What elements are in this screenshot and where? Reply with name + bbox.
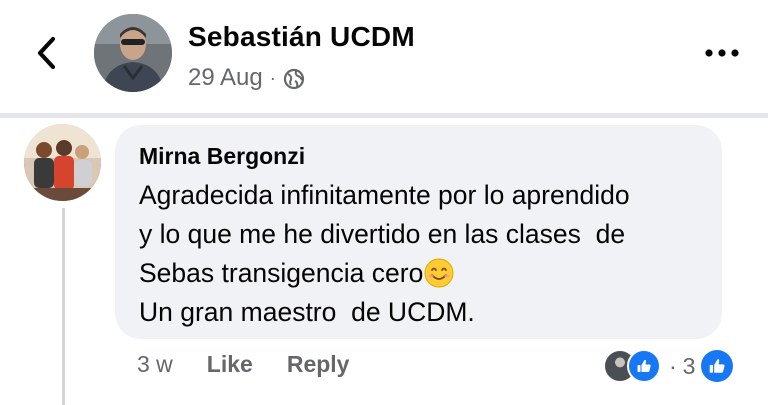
globe-icon (283, 68, 304, 90)
comment-line-3-text: Sebas transigencia cero (139, 258, 424, 288)
reactions-summary[interactable]: · 3 (603, 348, 734, 384)
comment-text: Agradecida infinitamente por lo aprendid… (139, 176, 698, 332)
reaction-count: 3 (682, 352, 696, 379)
commenter-avatar[interactable] (24, 124, 101, 201)
reaction-separator: · (669, 352, 677, 379)
reply-thread-line (62, 208, 65, 405)
commenter-name[interactable]: Mirna Bergonzi (139, 143, 698, 170)
post-date[interactable]: 29 Aug (188, 64, 263, 92)
more-dots-icon (705, 49, 739, 57)
chevron-left-icon (37, 36, 56, 70)
meta-separator: · (269, 67, 276, 88)
author-avatar[interactable] (94, 14, 172, 92)
comment-line-3: Sebas transigencia cero (139, 254, 698, 293)
like-count-icon (701, 350, 734, 382)
comment-time[interactable]: 3 w (137, 351, 173, 378)
post-author-name[interactable]: Sebastián UCDM (188, 21, 415, 53)
thumbs-up-icon (637, 359, 651, 372)
author-photo (94, 14, 172, 92)
reply-button[interactable]: Reply (287, 351, 350, 378)
like-reaction-icon (627, 349, 661, 383)
header-divider (0, 113, 768, 118)
more-options-button[interactable] (700, 38, 744, 68)
commenter-photo (24, 124, 101, 201)
thumbs-up-icon (710, 359, 725, 373)
comment-line-2: y lo que me he divertido en las clases d… (139, 219, 626, 249)
post-meta: 29 Aug · (188, 64, 305, 92)
like-button[interactable]: Like (207, 351, 253, 378)
comment-bubble: Mirna Bergonzi Agradecida infinitamente … (115, 125, 722, 339)
comment-line-4: Un gran maestro de UCDM. (139, 297, 475, 327)
smiling-face-emoji (424, 258, 454, 288)
comment-line-1: Agradecida infinitamente por lo aprendid… (139, 180, 630, 210)
back-button[interactable] (30, 33, 62, 73)
post-header: Sebastián UCDM 29 Aug · (0, 0, 768, 113)
comment-actions: 3 w Like Reply (137, 351, 349, 378)
